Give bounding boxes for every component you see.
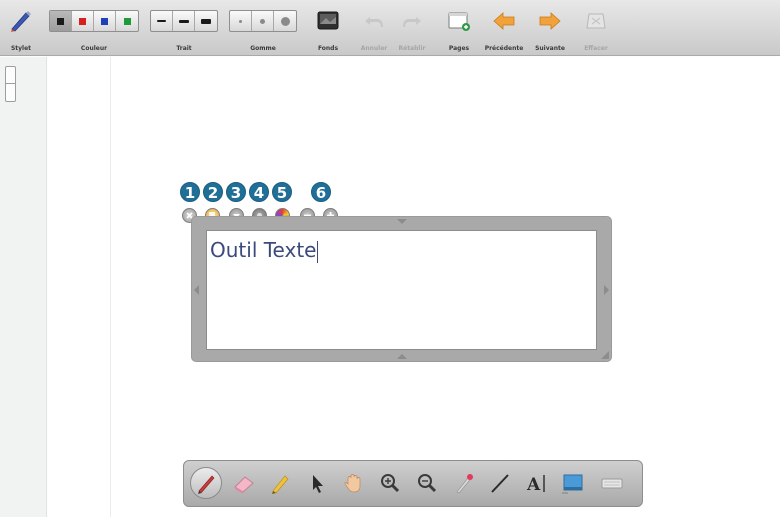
page-sidebar: [0, 57, 47, 517]
fonds-label: Fonds: [317, 45, 339, 52]
resize-left-icon: [194, 285, 199, 295]
svg-text:A: A: [526, 475, 541, 495]
stylet-tool[interactable]: Stylet: [4, 6, 38, 52]
small-dot-icon: [239, 19, 242, 23]
retablir-label: Rétablir: [398, 45, 426, 52]
arrow-right-icon: [539, 12, 561, 30]
text-tool-icon: A: [526, 475, 545, 495]
effacer-label: Effacer: [584, 45, 608, 52]
precedente-button[interactable]: Précédente: [481, 6, 527, 52]
color-selector: [49, 10, 139, 32]
trait-label: Trait: [176, 45, 192, 52]
stroke-selector: [150, 10, 218, 32]
pages-button[interactable]: Pages: [443, 6, 475, 52]
couleur-group: Couleur: [49, 6, 139, 52]
thick-line-icon: [201, 18, 211, 24]
precedente-label: Précédente: [484, 45, 524, 52]
suivante-label: Suivante: [535, 45, 565, 52]
text-box-content[interactable]: Outil Texte: [210, 238, 319, 263]
resize-bottom-icon: [397, 354, 407, 359]
stroke-medium-button[interactable]: [173, 11, 195, 31]
eraser-medium-button[interactable]: [252, 11, 274, 31]
zoom-in-button[interactable]: [374, 467, 406, 499]
stroke-thick-button[interactable]: [195, 11, 217, 31]
trait-group: Trait: [150, 6, 218, 52]
select-tool-button[interactable]: [301, 467, 333, 499]
eraser-tool-button[interactable]: [228, 467, 260, 499]
pages-icon: [448, 12, 470, 31]
text-tool-button[interactable]: A: [521, 467, 553, 499]
resize-right-icon: [604, 285, 609, 295]
gomme-label: Gomme: [250, 45, 276, 52]
medium-dot-icon: [260, 18, 265, 24]
eraser-small-button[interactable]: [230, 11, 252, 31]
callout-badge-5: 5: [272, 182, 292, 202]
annuler-label: Annuler: [360, 45, 388, 52]
suivante-button[interactable]: Suivante: [530, 6, 570, 52]
line-tool-button[interactable]: [484, 467, 516, 499]
sidebar-toggle-handle[interactable]: [5, 66, 16, 102]
text-box-value: Outil Texte: [210, 238, 317, 262]
keyboard-tool-button[interactable]: [596, 467, 628, 499]
hand-tool-button[interactable]: [337, 467, 369, 499]
pages-label: Pages: [448, 45, 470, 52]
color-red-button[interactable]: [72, 11, 94, 31]
effacer-button[interactable]: Effacer: [579, 6, 613, 52]
text-box-frame[interactable]: Outil Texte: [191, 216, 612, 362]
callout-badge-3: 3: [226, 182, 246, 202]
laser-pointer-button[interactable]: [448, 467, 480, 499]
eraser-size-selector: [229, 10, 297, 32]
stylet-icon: [11, 11, 31, 32]
capture-tool-button[interactable]: [557, 467, 589, 499]
fonds-button[interactable]: Fonds: [311, 6, 345, 52]
resize-corner-icon: [601, 351, 609, 359]
resize-top-icon: [397, 219, 407, 224]
gomme-group: Gomme: [229, 6, 297, 52]
text-caret: [317, 240, 319, 263]
pointer-icon: [313, 475, 323, 493]
tools-palette: A: [183, 460, 643, 507]
pen-tool-button[interactable]: [190, 467, 222, 499]
color-black-button[interactable]: [50, 11, 72, 31]
zoom-out-button[interactable]: [411, 467, 443, 499]
clear-page-icon: [586, 13, 606, 29]
background-icon: [317, 11, 339, 30]
highlighter-icon: [272, 475, 289, 494]
zoom-out-icon: [418, 474, 437, 493]
page-margin-line: [110, 57, 111, 517]
line-icon: [491, 474, 509, 493]
zoom-in-icon: [381, 474, 400, 493]
stylet-label: Stylet: [10, 45, 32, 52]
callout-badge-4: 4: [249, 182, 269, 202]
keyboard-icon: [601, 478, 623, 489]
capture-icon: [562, 474, 583, 494]
undo-icon: [365, 17, 383, 27]
couleur-label: Couleur: [80, 45, 108, 52]
text-box-editor[interactable]: Outil Texte: [206, 230, 597, 350]
redo-icon: [403, 17, 421, 27]
arrow-left-icon: [493, 12, 515, 30]
main-toolbar: Stylet Couleur Trait Gomme Fonds Annuler…: [0, 0, 780, 56]
thin-line-icon: [157, 20, 166, 22]
medium-line-icon: [178, 19, 189, 23]
color-blue-button[interactable]: [94, 11, 116, 31]
callout-badge-2: 2: [203, 182, 223, 202]
callout-badge-1: 1: [180, 182, 200, 202]
app-window: Stylet Couleur Trait Gomme Fonds Annuler…: [0, 0, 780, 517]
eraser-icon: [234, 476, 254, 494]
retablir-button[interactable]: Rétablir: [394, 6, 430, 52]
large-dot-icon: [280, 16, 290, 26]
stroke-thin-button[interactable]: [151, 11, 173, 31]
eraser-large-button[interactable]: [274, 11, 296, 31]
annuler-button[interactable]: Annuler: [356, 6, 392, 52]
pen-icon: [198, 475, 215, 494]
callout-badge-6: 6: [311, 182, 331, 202]
color-green-button[interactable]: [116, 11, 138, 31]
laser-pointer-icon: [456, 474, 473, 494]
hand-icon: [344, 474, 361, 493]
highlighter-tool-button[interactable]: [264, 467, 296, 499]
